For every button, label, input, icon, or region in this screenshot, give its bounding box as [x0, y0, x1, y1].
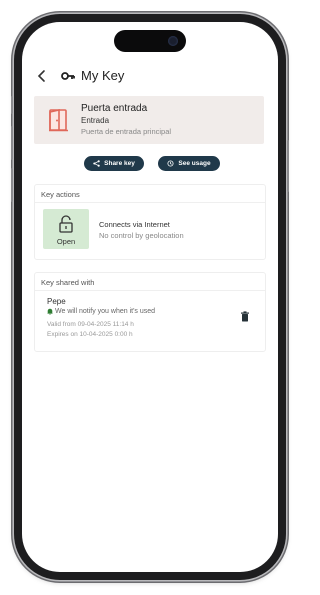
key-actions-card: Key actions Open Connects via Internet N…	[34, 184, 266, 260]
camera-icon	[168, 36, 178, 46]
lock-name: Puerta entrada	[81, 103, 148, 114]
see-usage-button[interactable]: See usage	[158, 156, 220, 171]
silent-switch	[11, 96, 13, 114]
history-icon	[167, 160, 174, 167]
app-screen: My Key Puerta entrada Entrada Puerta de …	[22, 22, 278, 572]
key-icon	[61, 72, 75, 80]
bell-icon	[47, 308, 53, 315]
lock-card[interactable]: Puerta entrada Entrada Puerta de entrada…	[34, 96, 264, 144]
share-key-label: Share key	[104, 160, 135, 167]
app-header: My Key	[22, 66, 278, 88]
shared-user-name: Pepe	[47, 297, 66, 306]
divider	[35, 290, 265, 291]
unlock-icon	[59, 215, 73, 233]
power-button	[287, 140, 289, 192]
share-icon	[93, 160, 100, 167]
open-label: Open	[56, 237, 76, 246]
lock-type: Entrada	[81, 116, 110, 125]
key-shared-title: Key shared with	[41, 278, 95, 287]
back-arrow-icon[interactable]	[34, 68, 50, 84]
key-shared-card: Key shared with Pepe We will notify you …	[34, 272, 266, 352]
page-title: My Key	[81, 68, 125, 83]
volume-down-button	[11, 168, 13, 202]
share-key-button[interactable]: Share key	[84, 156, 144, 171]
notify-text: We will notify you when it's used	[55, 308, 156, 315]
key-actions-title: Key actions	[41, 190, 80, 199]
lock-description: Puerta de entrada principal	[81, 127, 172, 136]
trash-icon[interactable]	[240, 311, 250, 322]
geolocation-text: No control by geolocation	[99, 231, 184, 240]
notify-row: We will notify you when it's used	[47, 308, 155, 315]
expires-on: Expires on 10-04-2025 0:00 h	[47, 331, 133, 338]
volume-up-button	[11, 126, 13, 160]
connection-text: Connects via Internet	[99, 220, 170, 229]
valid-from: Valid from 09-04-2025 11:14 h	[47, 321, 134, 328]
dynamic-island	[114, 30, 186, 52]
see-usage-label: See usage	[178, 160, 211, 167]
phone-frame: My Key Puerta entrada Entrada Puerta de …	[11, 14, 289, 580]
divider	[35, 202, 265, 203]
door-icon	[49, 109, 68, 132]
open-button[interactable]: Open	[43, 209, 89, 249]
